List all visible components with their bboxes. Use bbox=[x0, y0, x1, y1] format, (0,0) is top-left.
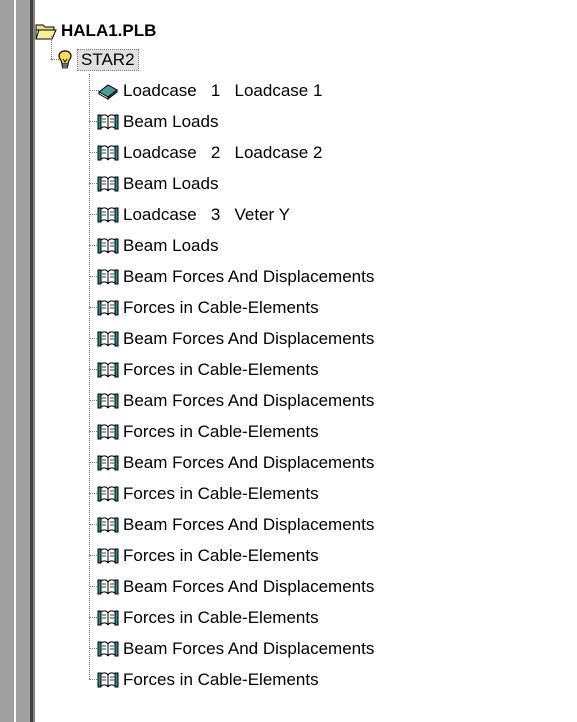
tree-node-item-label: Forces in Cable-Elements bbox=[123, 483, 319, 503]
tree-node-item-label: Forces in Cable-Elements bbox=[123, 669, 319, 689]
tree-node-item-label: Forces in Cable-Elements bbox=[123, 607, 319, 627]
tree-node-item[interactable]: Forces in Cable-Elements bbox=[97, 664, 319, 695]
tree-node-item[interactable]: Beam Loads bbox=[97, 106, 218, 137]
tree-node-item[interactable]: Beam Forces And Displacements bbox=[97, 447, 374, 478]
open-book-icon bbox=[97, 547, 119, 563]
tree-node-item-label: Beam Loads bbox=[123, 235, 219, 255]
folder-open-icon bbox=[35, 24, 57, 39]
open-book-icon bbox=[97, 175, 119, 191]
tree-node-item-label: Forces in Cable-Elements bbox=[123, 421, 319, 441]
tree-connector bbox=[89, 74, 90, 679]
open-book-icon bbox=[97, 268, 119, 284]
open-book-icon bbox=[97, 299, 119, 315]
open-book-icon bbox=[97, 237, 119, 253]
tree-node-item-label: Beam Forces And Displacements bbox=[123, 638, 375, 658]
lightbulb-icon bbox=[58, 49, 72, 68]
tree-node-item[interactable]: Forces in Cable-Elements bbox=[97, 602, 319, 633]
tree-node-item[interactable]: Forces in Cable-Elements bbox=[97, 416, 319, 447]
tree-node-item-label: Beam Loads bbox=[123, 111, 219, 131]
tree-node-model[interactable]: STAR2 bbox=[57, 44, 139, 75]
tree-node-item-label: Beam Loads bbox=[123, 173, 219, 193]
tree-node-item-label: Loadcase 1 Loadcase 1 bbox=[123, 80, 323, 100]
tree-connector bbox=[51, 36, 52, 59]
tree-node-item[interactable]: Beam Loads bbox=[97, 168, 218, 199]
tree-node-item-label: Beam Forces And Displacements bbox=[123, 266, 375, 286]
tree-node-item[interactable]: Beam Forces And Displacements bbox=[97, 509, 374, 540]
closed-book-icon bbox=[98, 83, 118, 100]
open-book-icon bbox=[97, 671, 119, 687]
open-book-icon bbox=[97, 423, 119, 439]
tree-node-item-label: Beam Forces And Displacements bbox=[123, 390, 375, 410]
window: HALA1.PLB STAR2 Loadcase 1 Loadcase 1 Bea… bbox=[0, 0, 577, 722]
tree-node-item-label: Forces in Cable-Elements bbox=[123, 297, 319, 317]
tree-node-item[interactable]: Loadcase 2 Loadcase 2 bbox=[97, 137, 322, 168]
tree-node-item[interactable]: Loadcase 3 Veter Y bbox=[97, 199, 290, 230]
tree-node-item[interactable]: Beam Loads bbox=[97, 230, 218, 261]
open-book-icon bbox=[97, 361, 119, 377]
tree-node-item-label: Beam Forces And Displacements bbox=[123, 328, 375, 348]
open-book-icon bbox=[97, 485, 119, 501]
open-book-icon bbox=[97, 113, 119, 129]
open-book-icon bbox=[97, 578, 119, 594]
tree-node-item[interactable]: Beam Forces And Displacements bbox=[97, 261, 374, 292]
tree-view[interactable]: HALA1.PLB STAR2 Loadcase 1 Loadcase 1 Bea… bbox=[35, 0, 577, 722]
tree-node-item[interactable]: Loadcase 1 Loadcase 1 bbox=[97, 75, 322, 106]
tree-node-item-label: Forces in Cable-Elements bbox=[123, 545, 319, 565]
open-book-icon bbox=[97, 206, 119, 222]
open-book-icon bbox=[97, 392, 119, 408]
tree-node-item[interactable]: Beam Forces And Displacements bbox=[97, 633, 374, 664]
tree-node-item-label: Forces in Cable-Elements bbox=[123, 359, 319, 379]
open-book-icon bbox=[97, 330, 119, 346]
tree-node-item[interactable]: Forces in Cable-Elements bbox=[97, 292, 319, 323]
left-splitter[interactable] bbox=[0, 0, 30, 722]
open-book-icon bbox=[97, 144, 119, 160]
tree-node-item-label: Beam Forces And Displacements bbox=[123, 452, 375, 472]
open-book-icon bbox=[97, 516, 119, 532]
tree-node-item[interactable]: Beam Forces And Displacements bbox=[97, 571, 374, 602]
tree-node-model-label: STAR2 bbox=[77, 48, 139, 71]
tree-node-item[interactable]: Beam Forces And Displacements bbox=[97, 323, 374, 354]
open-book-icon bbox=[97, 454, 119, 470]
open-book-icon bbox=[97, 609, 119, 625]
tree-node-item[interactable]: Beam Forces And Displacements bbox=[97, 385, 374, 416]
tree-node-item[interactable]: Forces in Cable-Elements bbox=[97, 354, 319, 385]
tree-node-item-label: Beam Forces And Displacements bbox=[123, 514, 375, 534]
tree-node-root[interactable]: HALA1.PLB bbox=[35, 15, 156, 46]
tree-node-item[interactable]: Forces in Cable-Elements bbox=[97, 540, 319, 571]
tree-node-item-label: Beam Forces And Displacements bbox=[123, 576, 375, 596]
tree-node-item-label: Loadcase 2 Loadcase 2 bbox=[123, 142, 323, 162]
open-book-icon bbox=[97, 640, 119, 656]
tree-node-root-label: HALA1.PLB bbox=[61, 20, 157, 40]
tree-node-item[interactable]: Forces in Cable-Elements bbox=[97, 478, 319, 509]
tree-node-item-label: Loadcase 3 Veter Y bbox=[123, 204, 290, 224]
splitter-highlight bbox=[14, 0, 16, 722]
